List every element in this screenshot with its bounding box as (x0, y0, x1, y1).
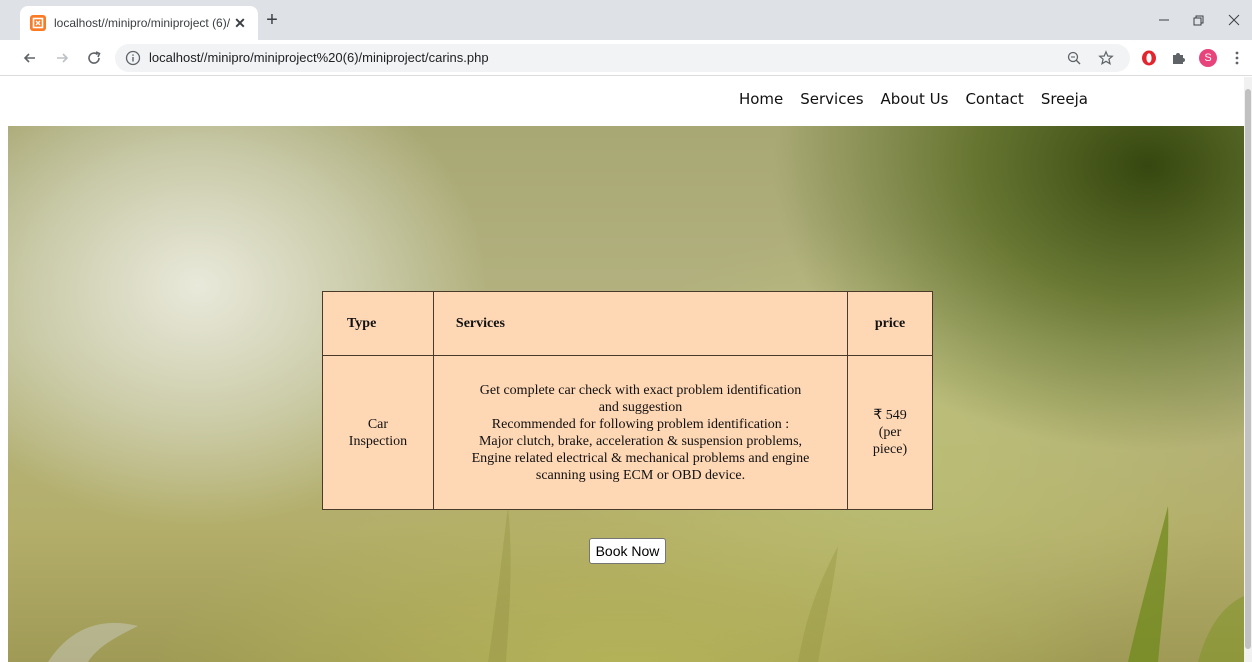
nav-user-link[interactable]: Sreeja (1041, 90, 1088, 108)
type-header: Type (322, 291, 434, 356)
opera-icon[interactable] (1140, 49, 1158, 67)
puzzle-icon[interactable] (1170, 49, 1188, 67)
type-cell-line: Inspection (348, 433, 408, 449)
price-cell-line: ₹ 549 (873, 408, 907, 423)
nav-services-link[interactable]: Services (800, 90, 863, 108)
arrow-right-icon[interactable] (52, 48, 72, 68)
close-window-icon[interactable] (1222, 8, 1246, 32)
profile-avatar[interactable]: S (1199, 49, 1217, 67)
price-cell-line: piece) (872, 442, 908, 457)
services-header: Services (432, 291, 849, 356)
page-scrollbar[interactable] (1244, 77, 1252, 662)
star-icon[interactable] (1098, 50, 1114, 66)
tab-close-icon[interactable]: ✕ (232, 15, 248, 31)
table-row: Car Inspection Get complete car check wi… (322, 355, 933, 510)
price-cell-line: (per (878, 425, 902, 440)
price-header: price (847, 291, 933, 356)
tab-strip: localhost//minipro/miniproject (6)/minip… (0, 0, 1252, 40)
services-cell-line: Get complete car check with exact proble… (479, 382, 802, 398)
type-cell-line: Car (367, 416, 389, 432)
page-viewport: Home Services About Us Contact Sreeja Ty… (0, 77, 1252, 662)
site-nav: Home Services About Us Contact Sreeja (739, 90, 1088, 108)
browser-toolbar: localhost//minipro/miniproject%20(6)/min… (0, 40, 1252, 76)
nav-about-link[interactable]: About Us (881, 90, 949, 108)
info-icon[interactable] (125, 50, 141, 66)
table-header-row: Type Services price (322, 291, 933, 356)
services-cell-line: and suggestion (598, 399, 683, 415)
type-cell: Car Inspection (322, 355, 434, 510)
arrow-left-icon[interactable] (20, 48, 40, 68)
price-cell: ₹ 549 (per piece) (847, 355, 933, 510)
browser-tab[interactable]: localhost//minipro/miniproject (6)/minip… (20, 6, 258, 40)
book-now-button[interactable]: Book Now (589, 538, 666, 564)
service-table: Type Services price Car Inspection Get c… (322, 291, 933, 510)
scrollbar-thumb[interactable] (1245, 89, 1251, 649)
kebab-menu-icon[interactable] (1228, 49, 1246, 67)
services-cell-line: Recommended for following problem identi… (491, 416, 790, 432)
xampp-favicon-icon (30, 15, 46, 31)
zoom-icon[interactable] (1066, 50, 1082, 66)
services-cell: Get complete car check with exact proble… (432, 355, 849, 510)
services-cell-line: scanning using ECM or OBD device. (535, 467, 746, 483)
services-cell-line: Engine related electrical & mechanical p… (471, 450, 810, 466)
address-bar[interactable]: localhost//minipro/miniproject%20(6)/min… (115, 44, 1130, 72)
restore-icon[interactable] (1186, 8, 1210, 32)
services-cell-line: Major clutch, brake, acceleration & susp… (478, 433, 803, 449)
nav-contact-link[interactable]: Contact (965, 90, 1023, 108)
url-text[interactable]: localhost//minipro/miniproject%20(6)/min… (149, 50, 489, 65)
new-tab-icon[interactable]: + (262, 10, 282, 30)
tab-title: localhost//minipro/miniproject (6)/minip… (54, 16, 230, 30)
minimize-icon[interactable] (1152, 8, 1176, 32)
nav-home-link[interactable]: Home (739, 90, 783, 108)
reload-icon[interactable] (84, 48, 104, 68)
